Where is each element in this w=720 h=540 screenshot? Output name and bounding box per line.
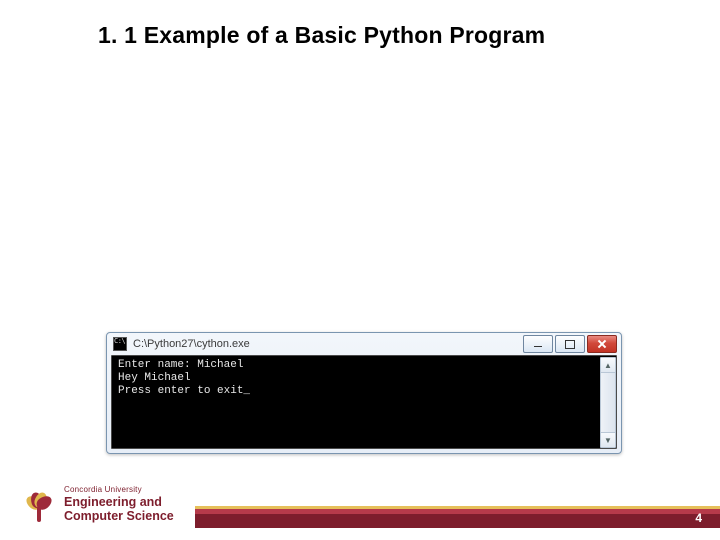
page-number: 4 bbox=[695, 511, 702, 525]
cmd-icon bbox=[113, 337, 127, 351]
concordia-logo-icon bbox=[22, 486, 56, 526]
window-controls bbox=[521, 335, 617, 353]
footer-color-band bbox=[195, 506, 720, 528]
department-line2: Computer Science bbox=[64, 510, 174, 523]
minimize-button[interactable] bbox=[523, 335, 553, 353]
console-window: C:\Python27\cython.exe Enter name: Micha… bbox=[106, 332, 622, 454]
console-line-2: Hey Michael bbox=[118, 372, 191, 384]
maximize-button[interactable] bbox=[555, 335, 585, 353]
slide-footer: 4 Concordia University Engineering and C… bbox=[0, 484, 720, 540]
console-line-3: Press enter to exit bbox=[118, 385, 250, 397]
slide-title: 1. 1 Example of a Basic Python Program bbox=[98, 22, 545, 49]
slide: 1. 1 Example of a Basic Python Program C… bbox=[0, 0, 720, 540]
vertical-scrollbar[interactable]: ▲ ▼ bbox=[600, 357, 616, 448]
console-line-1: Enter name: Michael bbox=[118, 359, 243, 371]
scroll-up-icon[interactable]: ▲ bbox=[601, 358, 615, 373]
window-title-text: C:\Python27\cython.exe bbox=[133, 338, 521, 350]
university-name: Concordia University bbox=[64, 486, 174, 494]
window-titlebar[interactable]: C:\Python27\cython.exe bbox=[107, 333, 621, 355]
console-output: Enter name: Michael Hey Michael Press en… bbox=[111, 355, 617, 449]
close-button[interactable] bbox=[587, 335, 617, 353]
footer-brand: Concordia University Engineering and Com… bbox=[22, 486, 174, 526]
brand-text: Concordia University Engineering and Com… bbox=[64, 486, 174, 523]
department-line1: Engineering and bbox=[64, 496, 174, 509]
scroll-down-icon[interactable]: ▼ bbox=[601, 432, 615, 447]
